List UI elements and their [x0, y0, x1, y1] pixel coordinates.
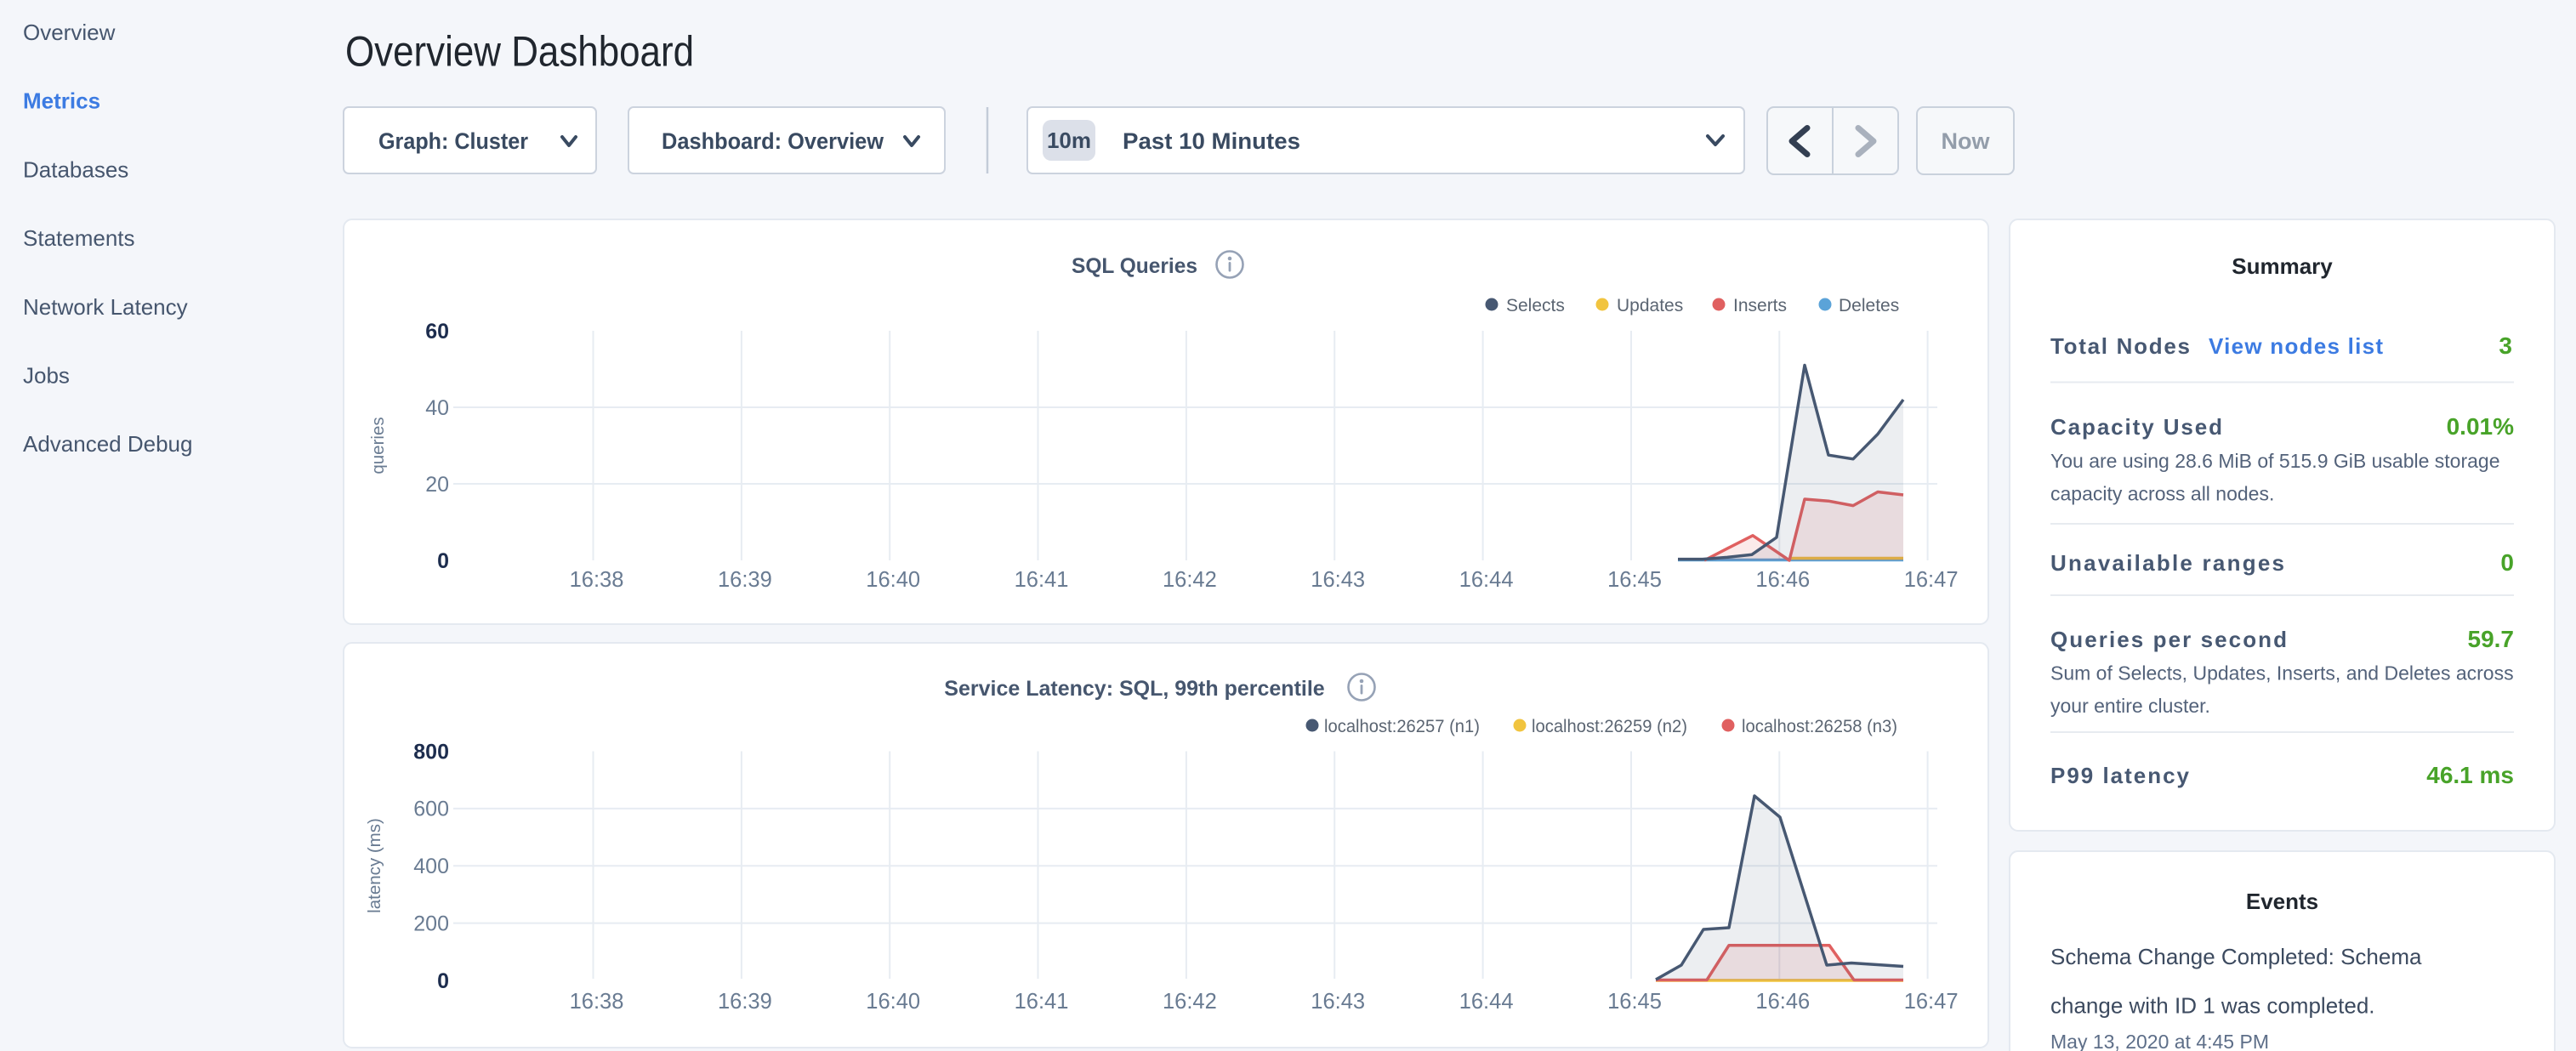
svg-text:16:45: 16:45	[1607, 990, 1662, 1014]
svg-text:You are using 28.6 MiB of 515.: You are using 28.6 MiB of 515.9 GiB usab…	[2050, 450, 2500, 472]
svg-text:Now: Now	[1942, 128, 1991, 154]
svg-text:16:43: 16:43	[1311, 568, 1365, 592]
svg-text:Metrics: Metrics	[23, 88, 100, 114]
svg-text:Service Latency: SQL, 99th per: Service Latency: SQL, 99th percentile	[944, 677, 1324, 701]
svg-text:Dashboard: Overview: Dashboard: Overview	[662, 128, 884, 154]
svg-text:Capacity Used: Capacity Used	[2050, 414, 2222, 440]
svg-text:View nodes list: View nodes list	[2209, 333, 2383, 359]
svg-text:16:40: 16:40	[866, 568, 920, 592]
svg-text:change with ID 1 was completed: change with ID 1 was completed.	[2050, 993, 2375, 1019]
svg-text:May 13, 2020 at 4:45 PM: May 13, 2020 at 4:45 PM	[2050, 1031, 2269, 1051]
svg-text:latency (ms): latency (ms)	[365, 818, 384, 913]
svg-text:600: 600	[413, 798, 449, 821]
svg-text:200: 200	[413, 912, 449, 935]
svg-text:20: 20	[425, 473, 449, 497]
svg-text:16:43: 16:43	[1311, 990, 1365, 1014]
svg-text:10m: 10m	[1047, 128, 1091, 153]
svg-text:Queries per second: Queries per second	[2050, 627, 2287, 652]
svg-text:16:45: 16:45	[1607, 568, 1662, 592]
svg-text:800: 800	[413, 740, 449, 764]
svg-text:Overview: Overview	[23, 20, 116, 45]
svg-text:16:47: 16:47	[1904, 568, 1959, 592]
svg-text:capacity across all nodes.: capacity across all nodes.	[2050, 483, 2274, 505]
svg-text:16:44: 16:44	[1459, 568, 1514, 592]
svg-text:16:38: 16:38	[570, 568, 624, 592]
svg-text:16:39: 16:39	[718, 568, 772, 592]
svg-text:Summary: Summary	[2232, 253, 2333, 279]
svg-text:3: 3	[2499, 332, 2512, 359]
svg-text:0: 0	[437, 969, 449, 993]
svg-text:Unavailable ranges: Unavailable ranges	[2050, 550, 2284, 576]
svg-text:localhost:26257 (n1): localhost:26257 (n1)	[1324, 717, 1480, 736]
svg-text:16:46: 16:46	[1755, 990, 1810, 1014]
svg-text:Schema Change Completed: Schem: Schema Change Completed: Schema	[2050, 944, 2422, 969]
svg-text:Graph: Cluster: Graph: Cluster	[378, 128, 528, 154]
svg-text:Jobs: Jobs	[23, 363, 70, 389]
svg-text:0: 0	[2500, 549, 2514, 576]
svg-text:P99 latency: P99 latency	[2050, 763, 2190, 788]
svg-text:16:38: 16:38	[570, 990, 624, 1014]
svg-text:46.1 ms: 46.1 ms	[2426, 762, 2514, 788]
svg-text:16:46: 16:46	[1755, 568, 1810, 592]
svg-text:Sum of Selects, Updates, Inser: Sum of Selects, Updates, Inserts, and De…	[2050, 662, 2514, 685]
svg-text:Network Latency: Network Latency	[23, 294, 188, 320]
svg-text:localhost:26259 (n2): localhost:26259 (n2)	[1532, 717, 1687, 736]
svg-text:Selects: Selects	[1506, 296, 1565, 315]
svg-text:Updates: Updates	[1617, 296, 1683, 315]
svg-text:0: 0	[437, 549, 449, 573]
svg-text:Statements: Statements	[23, 225, 135, 251]
svg-text:Deletes: Deletes	[1839, 296, 1899, 315]
svg-text:Inserts: Inserts	[1733, 296, 1787, 315]
svg-text:16:47: 16:47	[1904, 990, 1959, 1014]
svg-text:60: 60	[425, 320, 449, 344]
svg-text:16:44: 16:44	[1459, 990, 1514, 1014]
svg-text:Past 10 Minutes: Past 10 Minutes	[1123, 128, 1300, 154]
svg-text:59.7: 59.7	[2468, 626, 2515, 652]
svg-text:localhost:26258 (n3): localhost:26258 (n3)	[1742, 717, 1897, 736]
svg-text:16:41: 16:41	[1015, 568, 1069, 592]
svg-text:SQL Queries: SQL Queries	[1072, 254, 1197, 278]
svg-text:your entire cluster.: your entire cluster.	[2050, 695, 2210, 717]
svg-text:16:42: 16:42	[1163, 568, 1217, 592]
svg-text:40: 40	[425, 396, 449, 420]
svg-text:16:39: 16:39	[718, 990, 772, 1014]
svg-text:Events: Events	[2246, 889, 2318, 914]
svg-text:Overview Dashboard: Overview Dashboard	[345, 28, 694, 76]
svg-text:Total Nodes: Total Nodes	[2050, 333, 2190, 359]
svg-text:queries: queries	[368, 417, 388, 474]
svg-text:16:41: 16:41	[1015, 990, 1069, 1014]
svg-text:Databases: Databases	[23, 156, 128, 182]
svg-text:16:42: 16:42	[1163, 990, 1217, 1014]
svg-text:0.01%: 0.01%	[2447, 413, 2514, 440]
svg-text:400: 400	[413, 855, 449, 878]
svg-text:Advanced Debug: Advanced Debug	[23, 431, 192, 457]
svg-text:16:40: 16:40	[866, 990, 920, 1014]
